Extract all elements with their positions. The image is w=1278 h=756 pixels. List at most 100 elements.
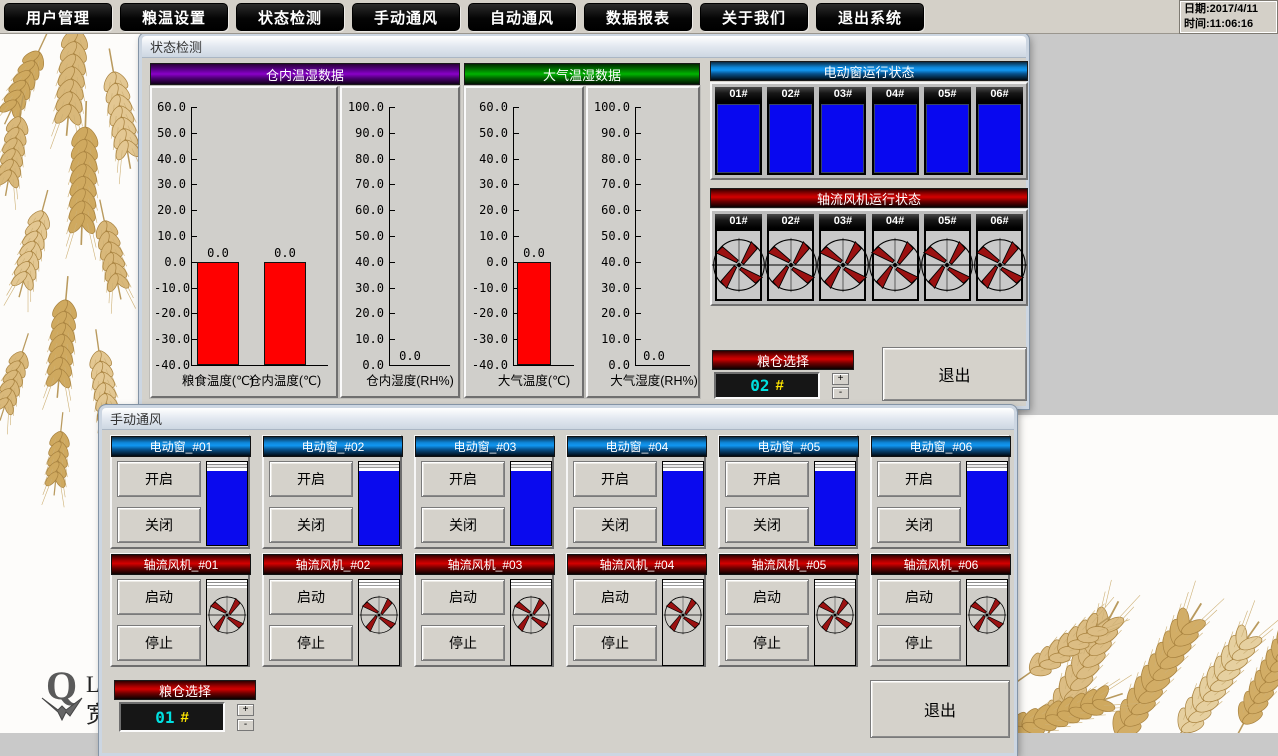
fan-stop-button[interactable]: 停止 (117, 625, 201, 661)
window-status-cell-label: 01# (715, 87, 762, 101)
fan-icon (711, 237, 767, 293)
window-close-button[interactable]: 关闭 (269, 507, 353, 543)
exit-button[interactable]: 退出 (870, 680, 1010, 738)
axis-tick-label: 70.0 (344, 176, 384, 192)
bin-select-increment-button[interactable]: + (237, 704, 254, 716)
axis-tick-label: 30.0 (590, 280, 630, 296)
indicator-shade (815, 462, 855, 471)
bin-select-decrement-button[interactable]: - (832, 387, 849, 399)
window-close-button[interactable]: 关闭 (421, 507, 505, 543)
menu-item-5[interactable]: 自动通风 (468, 3, 576, 31)
axis-tick-label: 70.0 (590, 176, 630, 192)
fan-stop-button[interactable]: 停止 (573, 625, 657, 661)
exit-button[interactable]: 退出 (882, 347, 1027, 401)
window-close-button[interactable]: 关闭 (725, 507, 809, 543)
fan-stop-button[interactable]: 停止 (725, 625, 809, 661)
axis-tick-label: 50.0 (468, 125, 508, 141)
bin-select-increment-button[interactable]: + (832, 373, 849, 385)
window-open-indicator (769, 104, 812, 173)
fan-status-header: 轴流风机运行状态 (710, 188, 1028, 208)
window-open-button[interactable]: 开启 (269, 461, 353, 497)
fan-panel-2: 轴流风机_#02启动停止 (262, 553, 402, 667)
bin-select-display[interactable]: 01 # (119, 702, 225, 732)
chart-x-axis (513, 365, 574, 366)
axis-tick-label: 40.0 (344, 254, 384, 270)
window-open-indicator (206, 461, 248, 546)
fan-start-button[interactable]: 启动 (269, 579, 353, 615)
status-window-titlebar[interactable]: 状态检测 (142, 36, 1026, 58)
axis-tick-label: 60.0 (154, 99, 186, 115)
chart-bin-hum: 100.090.080.070.060.050.040.030.020.010.… (340, 86, 460, 398)
window-close-button[interactable]: 关闭 (117, 507, 201, 543)
bin-select-header: 粮仓选择 (114, 680, 256, 700)
fan-panel-3: 轴流风机_#03启动停止 (414, 553, 554, 667)
window-status-cell: 03# (819, 87, 866, 175)
axis-tick-mark (514, 184, 519, 185)
axis-tick-label: 50.0 (154, 125, 186, 141)
fan-panel-1: 轴流风机_#01启动停止 (110, 553, 250, 667)
menu-item-7[interactable]: 关于我们 (700, 3, 808, 31)
top-menu-bar: 用户管理粮温设置状态检测手动通风自动通风数据报表关于我们退出系统 日期:2017… (0, 0, 1278, 34)
axis-tick-label: 60.0 (344, 202, 384, 218)
axis-tick-mark (192, 236, 197, 237)
fan-stop-button[interactable]: 停止 (269, 625, 353, 661)
bin-select-hash: # (180, 709, 188, 726)
axis-tick-mark (514, 107, 519, 108)
bin-select-header: 粮仓选择 (712, 350, 854, 370)
window-close-button[interactable]: 关闭 (573, 507, 657, 543)
window-panel-header: 电动窗_#04 (567, 436, 707, 457)
window-status-cell-label: 04# (872, 87, 919, 101)
fan-start-button[interactable]: 启动 (725, 579, 809, 615)
window-status-cell: 06# (976, 87, 1023, 175)
menu-item-2[interactable]: 粮温设置 (120, 3, 228, 31)
menu-item-3[interactable]: 状态检测 (236, 3, 344, 31)
datetime-display: 日期:2017/4/11 时间:11:06:16 (1180, 1, 1277, 33)
chart-category-label: 仓内温度(℃) (225, 370, 345, 389)
axis-tick-label: 60.0 (590, 202, 630, 218)
bin-select-decrement-button[interactable]: - (237, 719, 254, 731)
menu-item-1[interactable]: 用户管理 (4, 3, 112, 31)
axis-tick-mark (636, 236, 641, 237)
axis-tick-label: 80.0 (344, 151, 384, 167)
axis-tick-mark (636, 133, 641, 134)
window-open-button[interactable]: 开启 (725, 461, 809, 497)
fan-shade (359, 580, 399, 588)
menu-item-4[interactable]: 手动通风 (352, 3, 460, 31)
chart-x-axis (191, 365, 328, 366)
fan-shade (815, 580, 855, 588)
fan-icon (359, 595, 399, 659)
fan-status-cell-label: 04# (872, 214, 919, 228)
axis-tick-mark (390, 339, 395, 340)
window-close-button[interactable]: 关闭 (877, 507, 961, 543)
indicator-shade (967, 462, 1007, 471)
manual-ventilation-window: 手动通风 粮仓选择 01 # + - 退出 电动窗_#01开启关闭电动窗_#02… (99, 405, 1017, 756)
axis-tick-label: 60.0 (468, 99, 508, 115)
axis-tick-mark (390, 184, 395, 185)
fan-panel-header: 轴流风机_#05 (719, 554, 859, 575)
fan-start-button[interactable]: 启动 (117, 579, 201, 615)
chart-bar-value: 0.0 (510, 246, 558, 260)
fan-start-button[interactable]: 启动 (877, 579, 961, 615)
fan-stop-button[interactable]: 停止 (421, 625, 505, 661)
axis-tick-mark (390, 236, 395, 237)
fan-icon (815, 595, 855, 659)
window-panel-header: 电动窗_#05 (719, 436, 859, 457)
window-open-button[interactable]: 开启 (877, 461, 961, 497)
manual-window-titlebar[interactable]: 手动通风 (102, 408, 1014, 430)
fan-status-cell: 05# (924, 214, 971, 301)
bin-select-display[interactable]: 02 # (714, 372, 820, 399)
window-open-button[interactable]: 开启 (421, 461, 505, 497)
menu-item-8[interactable]: 退出系统 (816, 3, 924, 31)
fan-start-button[interactable]: 启动 (573, 579, 657, 615)
company-logo: Q LC-6 宽甸 (46, 668, 106, 733)
axis-tick-label: 80.0 (590, 151, 630, 167)
axis-tick-label: 10.0 (468, 228, 508, 244)
axis-tick-mark (390, 262, 395, 263)
window-open-button[interactable]: 开启 (117, 461, 201, 497)
chart-category-label: 仓内湿度(RH%) (350, 370, 470, 389)
menu-item-6[interactable]: 数据报表 (584, 3, 692, 31)
window-status-cell-label: 02# (767, 87, 814, 101)
fan-stop-button[interactable]: 停止 (877, 625, 961, 661)
window-open-button[interactable]: 开启 (573, 461, 657, 497)
fan-start-button[interactable]: 启动 (421, 579, 505, 615)
